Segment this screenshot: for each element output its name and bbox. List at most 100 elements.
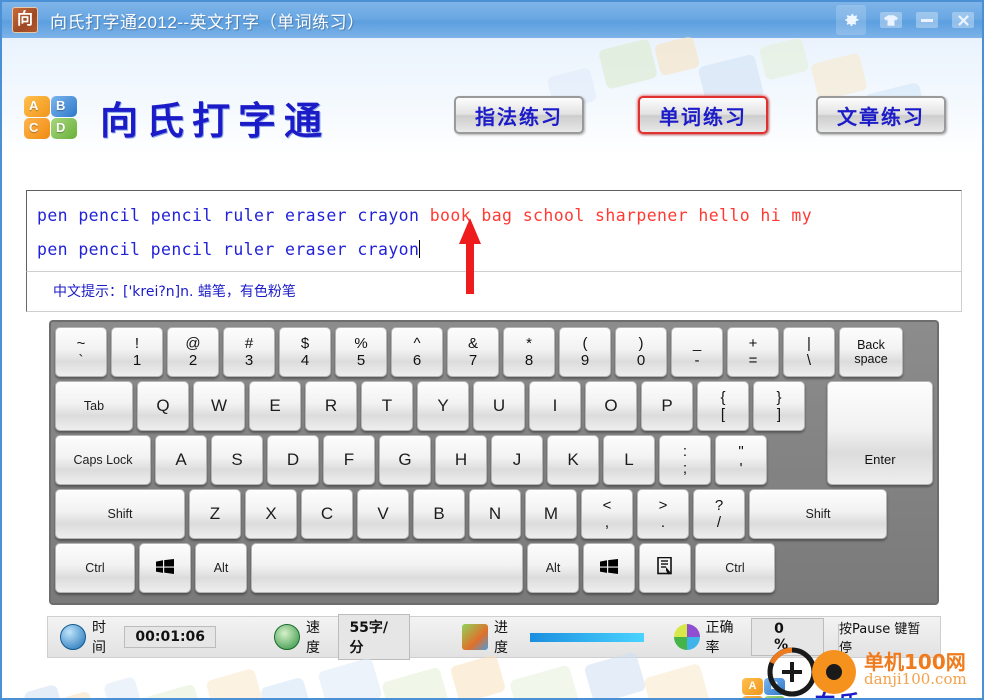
key-5[interactable]: % 5	[335, 327, 387, 377]
key-.[interactable]: >.	[637, 489, 689, 539]
key-shift-label: ^	[413, 335, 421, 352]
key-shift-label: !	[134, 335, 140, 352]
windows-icon	[600, 558, 618, 578]
key-p[interactable]: P	[641, 381, 693, 431]
key-m[interactable]: M	[525, 489, 577, 539]
gear-icon[interactable]	[836, 5, 866, 35]
key-3[interactable]: #3	[223, 327, 275, 377]
key-e[interactable]: E	[249, 381, 301, 431]
key-shift-label: $	[300, 335, 310, 352]
key--[interactable]: _ -	[671, 327, 723, 377]
key-1[interactable]: ! 1	[111, 327, 163, 377]
key-ctrl[interactable]: Ctrl	[55, 543, 135, 593]
key-shift-label: _	[692, 335, 702, 352]
key-label: S	[231, 450, 243, 469]
key-z[interactable]: Z	[189, 489, 241, 539]
key-label: T	[381, 396, 393, 415]
key-shift-label: @	[185, 335, 201, 352]
key-v[interactable]: V	[357, 489, 409, 539]
key-q[interactable]: Q	[137, 381, 189, 431]
key-label: .	[660, 514, 666, 531]
key-label: -	[694, 352, 700, 369]
key-/[interactable]: ? /	[693, 489, 745, 539]
key-i[interactable]: I	[529, 381, 581, 431]
header-bar: A B C D 向氏打字通 指法练习 单词练习 文章练习	[2, 38, 982, 143]
decor-square	[583, 651, 647, 698]
key-caps-lock[interactable]: Caps Lock	[55, 435, 151, 485]
virtual-keyboard[interactable]: ~ `! 1 @2 #3 $4% 5 ^ 6 & 7 * 8(9) 0 _ - + = | \ Back space En…	[49, 320, 939, 605]
key-0[interactable]: ) 0	[615, 327, 667, 377]
key-label: 1	[132, 352, 142, 369]
key-l[interactable]: L	[603, 435, 655, 485]
key-r[interactable]: R	[305, 381, 357, 431]
key-t[interactable]: T	[361, 381, 413, 431]
key-x[interactable]: X	[245, 489, 297, 539]
key-shift[interactable]: Shift	[749, 489, 887, 539]
key-label: 2	[188, 352, 198, 369]
key-g[interactable]: G	[379, 435, 431, 485]
key-h[interactable]: H	[435, 435, 487, 485]
close-icon[interactable]	[952, 12, 974, 28]
key-s[interactable]: S	[211, 435, 263, 485]
key-4[interactable]: $4	[279, 327, 331, 377]
key-6[interactable]: ^ 6	[391, 327, 443, 377]
key-shift-label: :	[682, 443, 688, 460]
key-,[interactable]: <,	[581, 489, 633, 539]
minimize-icon[interactable]	[916, 12, 938, 28]
key-alt[interactable]: Alt	[195, 543, 247, 593]
key-'[interactable]: " '	[715, 435, 767, 485]
keyboard-row-qwerty: Enter Tab Q W E R T Y U I O P{[}]	[55, 381, 933, 485]
key-label: E	[269, 396, 281, 415]
key-[[interactable]: {[	[697, 381, 749, 431]
key-label: space	[854, 352, 888, 366]
keyboard-row-home: Caps Lock A S D F G H J K L:; " '	[55, 435, 933, 485]
key-j[interactable]: J	[491, 435, 543, 485]
key-9[interactable]: (9	[559, 327, 611, 377]
clock-icon	[60, 624, 86, 650]
key-y[interactable]: Y	[417, 381, 469, 431]
skin-icon[interactable]	[880, 12, 902, 28]
watermark: 单机100网 danji100.com	[756, 638, 976, 697]
key-b[interactable]: B	[413, 489, 465, 539]
key-label: F	[343, 450, 355, 469]
key-shift-label: |	[807, 335, 811, 352]
speedometer-icon	[274, 624, 301, 650]
key-label: L	[624, 450, 634, 469]
key-shift[interactable]: Shift	[55, 489, 185, 539]
key-alt[interactable]: Alt	[527, 543, 579, 593]
decor-square	[205, 667, 265, 698]
key-o[interactable]: O	[585, 381, 637, 431]
key-windows-icon[interactable]	[139, 543, 191, 593]
key-`[interactable]: ~ `	[55, 327, 107, 377]
typing-area[interactable]: pen pencil pencil ruler eraser crayon bo…	[26, 190, 962, 272]
key-7[interactable]: & 7	[447, 327, 499, 377]
key-label: 6	[412, 352, 422, 369]
key-\[interactable]: | \	[783, 327, 835, 377]
key-=[interactable]: + =	[727, 327, 779, 377]
remaining-text: book bag school sharpener hello hi my	[429, 206, 813, 225]
key-menu-icon[interactable]	[639, 543, 691, 593]
key-c[interactable]: C	[301, 489, 353, 539]
key-w[interactable]: W	[193, 381, 245, 431]
key-][interactable]: }]	[753, 381, 805, 431]
key-a[interactable]: A	[155, 435, 207, 485]
key-n[interactable]: N	[469, 489, 521, 539]
key-label: 0	[636, 352, 646, 369]
key-backspace[interactable]: Back space	[839, 327, 903, 377]
key-ctrl[interactable]: Ctrl	[695, 543, 775, 593]
key-label: I	[552, 396, 558, 415]
key-label: ;	[682, 460, 688, 477]
key-2[interactable]: @2	[167, 327, 219, 377]
key-d[interactable]: D	[267, 435, 319, 485]
key-windows-icon[interactable]	[583, 543, 635, 593]
key-f[interactable]: F	[323, 435, 375, 485]
key-;[interactable]: :;	[659, 435, 711, 485]
key-8[interactable]: * 8	[503, 327, 555, 377]
target-text-line: pen pencil pencil ruler eraser crayon bo…	[37, 199, 957, 233]
key-u[interactable]: U	[473, 381, 525, 431]
key-k[interactable]: K	[547, 435, 599, 485]
key-tab[interactable]: Tab	[55, 381, 133, 431]
key-space[interactable]	[251, 543, 523, 593]
key-label: O	[604, 396, 618, 415]
hint-area: 中文提示：['krei?n]n. 蜡笔，有色粉笔	[26, 272, 962, 312]
